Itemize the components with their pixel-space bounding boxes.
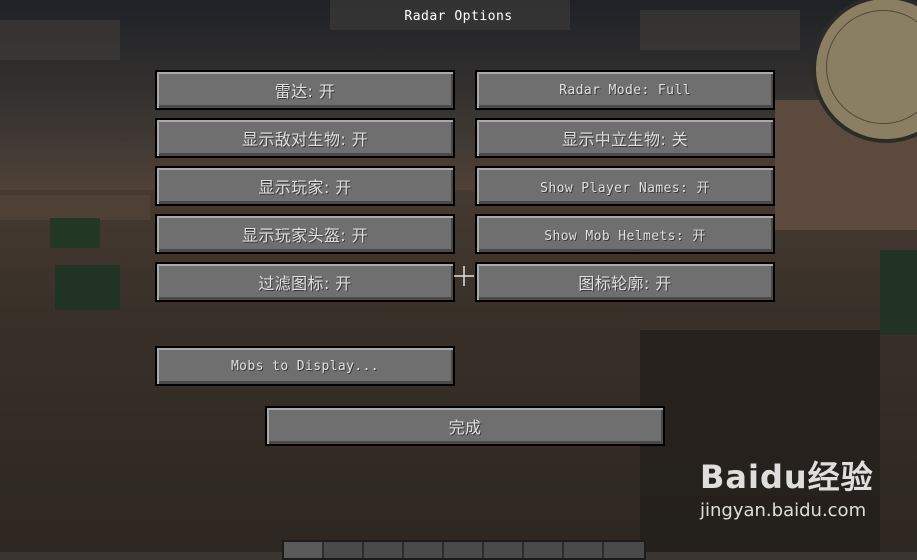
filter-icons-button[interactable]: 过滤图标: 开 [155,262,455,302]
icon-outlines-button[interactable]: 图标轮廓: 开 [475,262,775,302]
hotbar-slot[interactable] [324,542,364,558]
hotbar-slot[interactable] [484,542,524,558]
crosshair-icon [454,266,474,286]
mobs-to-display-button[interactable]: Mobs to Display... [155,346,455,386]
show-hostile-mobs-button[interactable]: 显示敌对生物: 开 [155,118,455,158]
radar-mode-button[interactable]: Radar Mode: Full [475,70,775,110]
show-neutral-mobs-button[interactable]: 显示中立生物: 关 [475,118,775,158]
hotbar-slot[interactable] [564,542,604,558]
hotbar-slot[interactable] [524,542,564,558]
done-button[interactable]: 完成 [265,406,665,446]
watermark-brand: Baidu经验 [700,458,874,496]
hotbar-slot[interactable] [284,542,324,558]
radar-toggle-button[interactable]: 雷达: 开 [155,70,455,110]
show-mob-helmets-button[interactable]: Show Mob Helmets: 开 [475,214,775,254]
hotbar-slot[interactable] [444,542,484,558]
show-player-names-button[interactable]: Show Player Names: 开 [475,166,775,206]
baidu-watermark: Baidu经验 jingyan.baidu.com [700,452,900,521]
hotbar [282,540,646,560]
show-player-helmets-button[interactable]: 显示玩家头盔: 开 [155,214,455,254]
show-players-button[interactable]: 显示玩家: 开 [155,166,455,206]
watermark-url: jingyan.baidu.com [700,500,867,521]
screen-title: Radar Options [404,9,513,24]
hotbar-slot[interactable] [364,542,404,558]
hotbar-slot[interactable] [404,542,444,558]
